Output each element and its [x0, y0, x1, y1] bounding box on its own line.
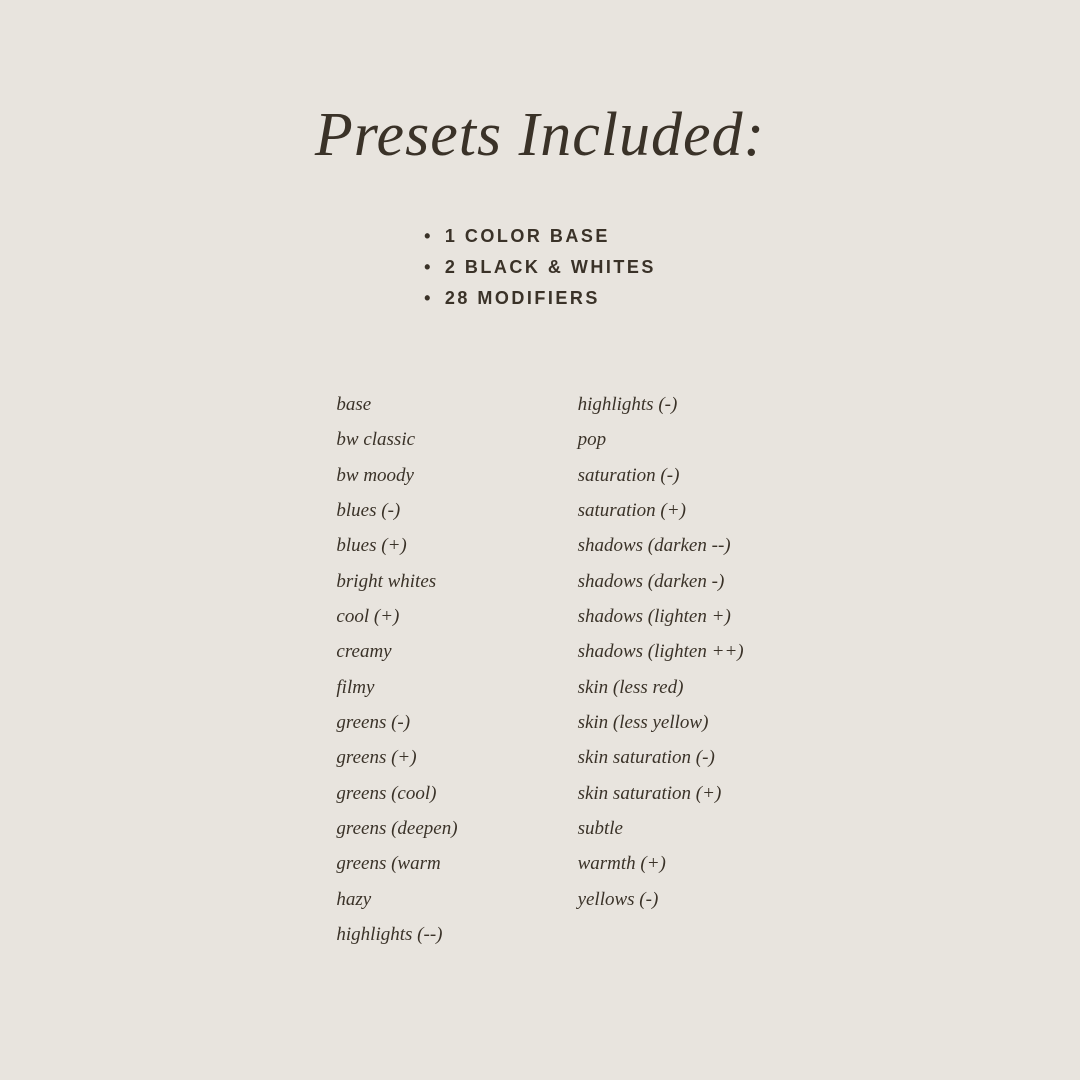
preset-item: pop: [578, 424, 744, 455]
bullet-item: 2 BLACK & WHITES: [424, 257, 656, 278]
preset-item: shadows (lighten +): [578, 601, 744, 632]
preset-item: greens (warm: [336, 848, 457, 879]
preset-item: highlights (-): [578, 389, 744, 420]
preset-item: base: [336, 389, 457, 420]
preset-item: shadows (darken --): [578, 530, 744, 561]
preset-item: greens (+): [336, 742, 457, 773]
preset-item: greens (-): [336, 707, 457, 738]
preset-item: yellows (-): [578, 884, 744, 915]
preset-item: bw classic: [336, 424, 457, 455]
preset-item: skin saturation (-): [578, 742, 744, 773]
preset-item: skin saturation (+): [578, 778, 744, 809]
preset-item: cool (+): [336, 601, 457, 632]
preset-item: bw moody: [336, 460, 457, 491]
page-title: Presets Included:: [315, 100, 765, 171]
preset-item: skin (less yellow): [578, 707, 744, 738]
preset-item: shadows (darken -): [578, 566, 744, 597]
preset-item: greens (deepen): [336, 813, 457, 844]
preset-item: hazy: [336, 884, 457, 915]
preset-column-right: highlights (-) pop saturation (-) saturatio…: [578, 389, 744, 915]
preset-item: creamy: [336, 636, 457, 667]
preset-item: warmth (+): [578, 848, 744, 879]
preset-item: skin (less red): [578, 672, 744, 703]
bullet-item: 1 COLOR BASE: [424, 226, 656, 247]
preset-item: saturation (+): [578, 495, 744, 526]
main-container: Presets Included: 1 COLOR BASE 2 BLACK & …: [0, 0, 1080, 1080]
preset-item: bright whites: [336, 566, 457, 597]
preset-item: blues (-): [336, 495, 457, 526]
presets-summary-list: 1 COLOR BASE 2 BLACK & WHITES 28 MODIFIERS: [424, 226, 656, 319]
preset-item: blues (+): [336, 530, 457, 561]
preset-item: shadows (lighten ++): [578, 636, 744, 667]
preset-item: highlights (--): [336, 919, 457, 950]
presets-columns: base bw classic bw moody blues (-) blues (+)…: [336, 389, 743, 951]
preset-item: greens (cool): [336, 778, 457, 809]
bullet-item: 28 MODIFIERS: [424, 288, 656, 309]
preset-item: filmy: [336, 672, 457, 703]
preset-column-left: base bw classic bw moody blues (-) blues (+)…: [336, 389, 457, 951]
preset-item: subtle: [578, 813, 744, 844]
preset-item: saturation (-): [578, 460, 744, 491]
